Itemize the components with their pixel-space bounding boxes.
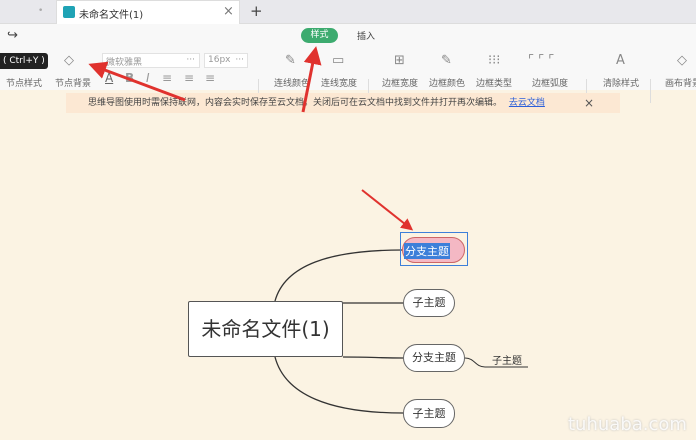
watermark: tuhuaba.com bbox=[568, 414, 687, 435]
arrow-to-style-tab bbox=[301, 46, 322, 113]
arrow-to-node-background bbox=[88, 61, 186, 102]
arrow-to-selected-node bbox=[361, 189, 414, 231]
annotation-arrows bbox=[88, 46, 414, 231]
